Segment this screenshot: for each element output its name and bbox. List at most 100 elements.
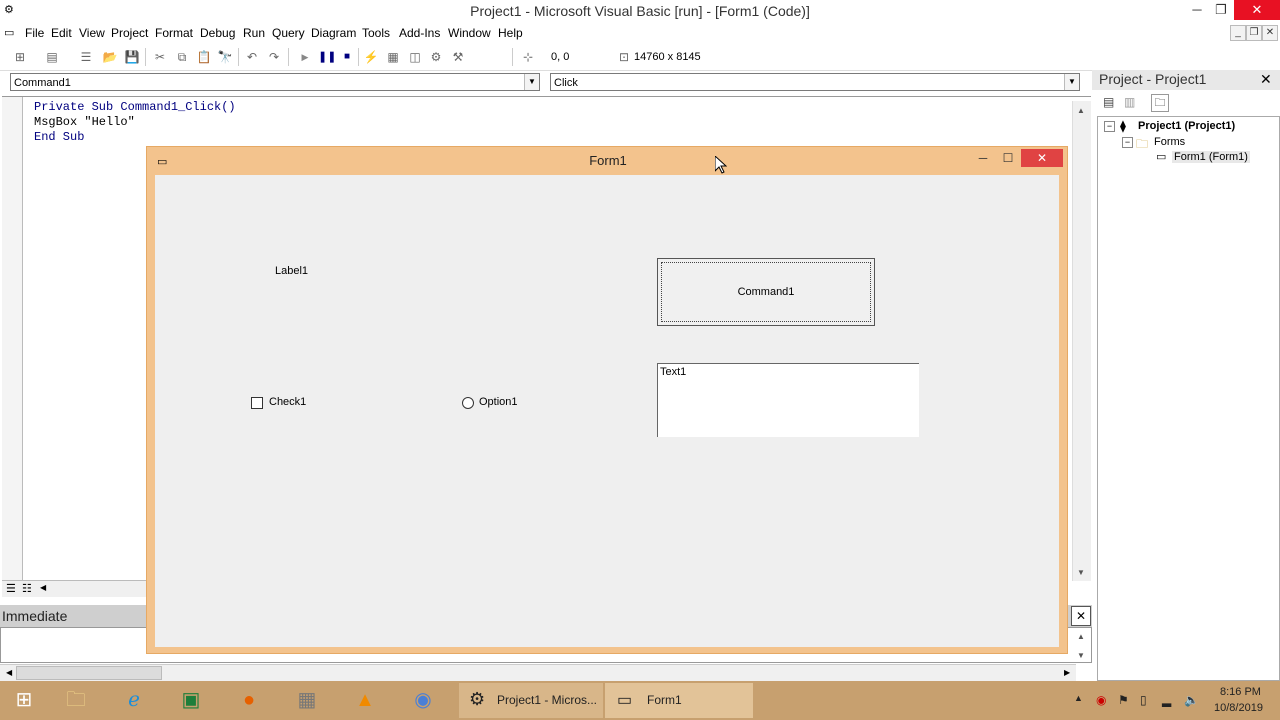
break-icon[interactable]: ❚❚	[318, 49, 336, 65]
show-hidden-icons[interactable]: ▲	[1074, 693, 1083, 703]
clock-time[interactable]: 8:16 PM	[1220, 686, 1261, 698]
clock-date[interactable]: 10/8/2019	[1214, 702, 1263, 714]
menu-diagram[interactable]: Diagram	[311, 26, 356, 40]
object-combo[interactable]: Command1 ▼	[10, 73, 540, 91]
size-icon: ⊡	[618, 50, 630, 64]
form-layout-icon[interactable]: ◫	[407, 49, 423, 65]
flag-icon[interactable]: ⚑	[1118, 693, 1129, 707]
record-icon[interactable]: ◉	[1096, 693, 1106, 707]
paste-icon[interactable]: 📋	[196, 49, 212, 65]
windows-start-icon[interactable]: ⊞	[4, 685, 44, 715]
menu-add-ins[interactable]: Add-Ins	[399, 26, 440, 40]
firefox-icon[interactable]: ●	[229, 685, 269, 715]
form1-close-button[interactable]: ✕	[1021, 149, 1063, 167]
menu-window[interactable]: Window	[448, 26, 491, 40]
restore-button[interactable]: ❐	[1204, 0, 1238, 20]
add-form-icon[interactable]: ▤	[44, 49, 60, 65]
add-project-icon[interactable]: ⊞	[12, 49, 28, 65]
taskbar-app-form1[interactable]: ▭ Form1	[605, 683, 753, 718]
undo-icon[interactable]: ↶	[244, 49, 260, 65]
procedure-view-icon[interactable]: ☰	[6, 582, 16, 595]
menu-help[interactable]: Help	[498, 26, 523, 40]
toolbox-icon[interactable]: ⚒	[450, 49, 466, 65]
radio-circle[interactable]	[462, 397, 474, 409]
battery-icon[interactable]: ▯	[1140, 693, 1147, 707]
toolbar-separator	[288, 48, 289, 66]
full-module-view-icon[interactable]: ☷	[22, 582, 32, 595]
form1-minimize-button[interactable]: ─	[969, 149, 997, 167]
save-project-icon[interactable]: 💾	[124, 49, 140, 65]
chevron-down-icon[interactable]: ▼	[1064, 74, 1079, 90]
volume-icon[interactable]: 🔈	[1184, 693, 1199, 707]
scroll-right-icon[interactable]: ▶	[1064, 668, 1070, 677]
scrollbar-thumb[interactable]	[16, 666, 162, 680]
project-explorer-icon[interactable]: ⚡	[363, 49, 379, 65]
view-code-icon[interactable]: ▤	[1103, 95, 1114, 109]
paint-app-icon[interactable]: ▦	[287, 685, 327, 715]
menu-file[interactable]: File	[25, 26, 44, 40]
menu-query[interactable]: Query	[272, 26, 305, 40]
cut-icon[interactable]: ✂	[152, 49, 168, 65]
mdi-restore-button[interactable]: ❐	[1246, 25, 1262, 41]
close-button[interactable]: ✕	[1234, 0, 1280, 20]
project-explorer-close-button[interactable]: ✕	[1260, 71, 1272, 88]
mdi-minimize-button[interactable]: _	[1230, 25, 1246, 41]
immediate-close-button[interactable]: ✕	[1071, 606, 1091, 626]
mdi-close-button[interactable]: ✕	[1262, 25, 1278, 41]
code-vertical-scrollbar[interactable]	[1072, 101, 1091, 581]
menu-debug[interactable]: Debug	[200, 26, 235, 40]
command1-button[interactable]: Command1	[657, 258, 875, 326]
procedure-combo[interactable]: Click ▼	[550, 73, 1080, 91]
scroll-up-icon[interactable]: ▲	[1073, 103, 1089, 119]
code-line[interactable]: End Sub	[34, 130, 84, 144]
menu-run[interactable]: Run	[243, 26, 265, 40]
menu-format[interactable]: Format	[155, 26, 193, 40]
object-browser-icon[interactable]: ⚙	[428, 49, 444, 65]
tree-folder-node[interactable]: Forms	[1154, 136, 1185, 148]
tree-form-node[interactable]: Form1 (Form1)	[1172, 151, 1250, 163]
properties-window-icon[interactable]: ▦	[385, 49, 401, 65]
scroll-down-icon[interactable]: ▼	[1073, 648, 1089, 664]
option1-label: Option1	[479, 396, 518, 408]
checkbox-box[interactable]	[251, 397, 263, 409]
redo-icon[interactable]: ↷	[266, 49, 282, 65]
find-icon[interactable]: 🔭	[217, 49, 233, 65]
vlc-icon[interactable]: ▲	[345, 685, 385, 715]
menu-tools[interactable]: Tools	[362, 26, 390, 40]
tree-project-node[interactable]: Project1 (Project1)	[1138, 120, 1235, 132]
form1-window[interactable]: ▭ Form1 ─ ☐ ✕ Label1 Command1 Text1 Chec…	[146, 146, 1068, 654]
menu-project[interactable]: Project	[111, 26, 148, 40]
size-readout: 14760 x 8145	[634, 51, 701, 63]
menu-view[interactable]: View	[79, 26, 105, 40]
end-icon[interactable]: ■	[339, 49, 355, 65]
menu-edit[interactable]: Edit	[51, 26, 72, 40]
collapse-icon[interactable]: −	[1122, 137, 1133, 148]
internet-explorer-icon[interactable]: ℯ	[114, 685, 154, 715]
network-icon[interactable]: ▂	[1162, 693, 1171, 707]
copy-icon[interactable]: ⧉	[174, 49, 190, 65]
taskbar-app-vb[interactable]: ⚙ Project1 - Micros...	[459, 683, 603, 718]
view-object-icon[interactable]: ▥	[1124, 95, 1135, 109]
chrome-icon[interactable]: ◉	[403, 685, 443, 715]
menu-editor-icon[interactable]: ☰	[78, 49, 94, 65]
mdi-form-icon[interactable]: ▭	[4, 26, 14, 39]
file-explorer-icon[interactable]: 🗀	[56, 685, 96, 715]
open-project-icon[interactable]: 📂	[102, 49, 118, 65]
scroll-left-icon[interactable]: ◀	[40, 583, 46, 592]
form1-maximize-button[interactable]: ☐	[994, 149, 1022, 167]
code-line[interactable]: MsgBox "Hello"	[34, 115, 135, 129]
scroll-up-icon[interactable]: ▲	[1073, 629, 1089, 645]
spreadsheet-app-icon[interactable]: ▣	[171, 685, 211, 715]
code-line[interactable]: Private Sub Command1_Click()	[34, 100, 236, 114]
toggle-folders-icon[interactable]: 🗀	[1151, 94, 1169, 112]
scroll-down-icon[interactable]: ▼	[1073, 565, 1089, 581]
start-icon[interactable]: ▶	[297, 49, 313, 65]
chevron-down-icon[interactable]: ▼	[524, 74, 539, 90]
collapse-icon[interactable]: −	[1104, 121, 1115, 132]
text1-textbox[interactable]: Text1	[657, 363, 919, 437]
project-tree[interactable]: − ⧫ Project1 (Project1) − 🗀 Forms ▭ Form…	[1097, 116, 1280, 681]
scroll-left-icon[interactable]: ◀	[6, 668, 12, 677]
form1-title: Form1	[589, 153, 627, 168]
menu-bar: ▭ File Edit View Project Format Debug Ru…	[0, 22, 1280, 44]
horizontal-scrollbar[interactable]: ◀ ▶	[0, 664, 1076, 681]
